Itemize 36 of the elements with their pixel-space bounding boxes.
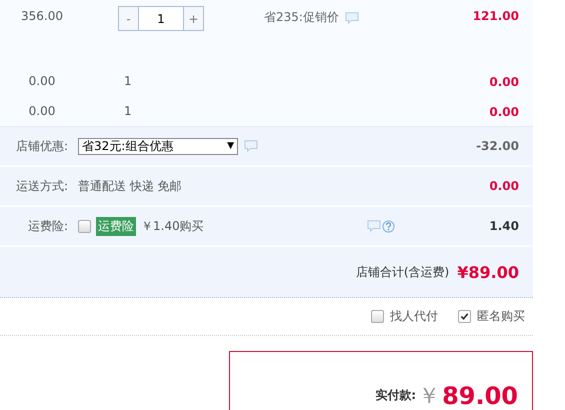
insurance-tag: 运费险 [96, 216, 136, 236]
item-total: 0.00 [488, 104, 520, 119]
discount-amount: -32.00 [475, 139, 520, 153]
checkbox[interactable] [371, 310, 384, 323]
option-label: 找人代付 [390, 308, 438, 325]
checkbox[interactable] [458, 310, 471, 323]
payment-amount: 89.00 [442, 382, 518, 410]
store-total-label: 店铺合计(含运费) [356, 264, 450, 280]
message-icon[interactable] [244, 140, 258, 152]
currency-sign: ￥ [418, 382, 440, 410]
shipping-method: 普通配送 快递 免邮 [78, 178, 182, 194]
quantity-field[interactable]: 1 [138, 7, 184, 30]
message-icon[interactable] [344, 12, 359, 24]
quantity: 1 [123, 73, 132, 88]
quantity: 1 [123, 103, 132, 118]
unit-price: 356.00 [20, 8, 64, 23]
shipping-amount: 0.00 [488, 179, 520, 193]
field-label: 店铺优惠: [14, 138, 69, 154]
field-label: 运送方式: [14, 178, 69, 194]
help-icon[interactable] [382, 220, 395, 232]
insurance-offer: ￥1.40购买 [141, 218, 204, 234]
message-icon[interactable] [366, 220, 381, 232]
unit-price: 0.00 [28, 73, 56, 88]
option-label: 匿名购买 [477, 308, 525, 325]
increase-button[interactable]: + [184, 7, 203, 30]
decrease-button[interactable]: - [119, 7, 138, 30]
item-total: 0.00 [488, 74, 520, 89]
store-total-amount: ¥89.00 [457, 262, 519, 282]
checkbox[interactable] [78, 220, 91, 232]
field-label: 运费险: [26, 218, 69, 234]
discount-dropdown[interactable]: 省32元:组合优惠 ▼ [78, 138, 238, 154]
insurance-amount: 1.40 [488, 219, 520, 233]
promo-text: 省235:促销价 [264, 9, 339, 26]
item-total: 121.00 [472, 8, 520, 23]
unit-price: 0.00 [28, 103, 56, 118]
payment-label: 实付款: [375, 387, 416, 404]
